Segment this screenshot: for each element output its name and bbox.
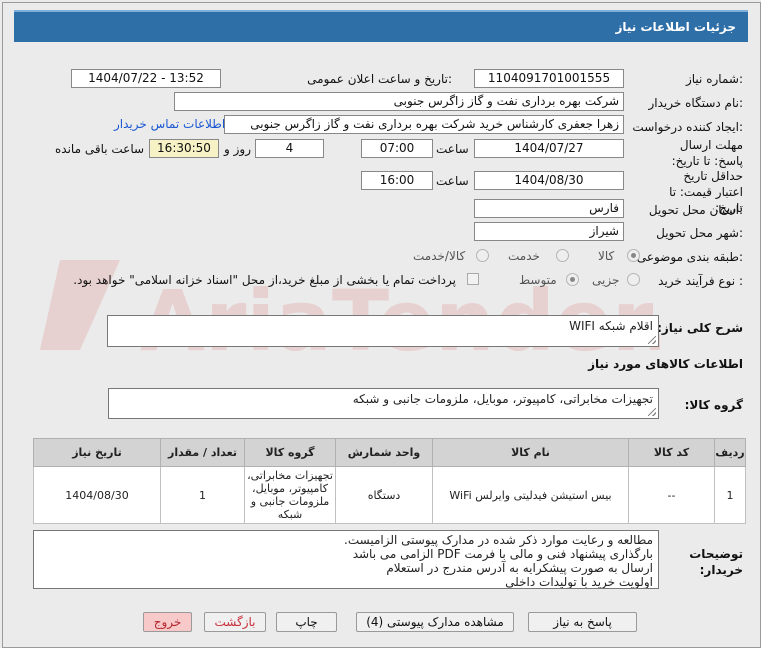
process-radio-medium[interactable]: [566, 273, 579, 286]
exit-button[interactable]: خروج: [143, 612, 192, 632]
buyer-label: نام دستگاه خریدار:: [648, 96, 744, 110]
cell-row-number: 1: [714, 466, 746, 524]
process-label: نوع فرآیند خرید :: [658, 274, 743, 288]
contact-info-link[interactable]: اطلاعات تماس خریدار: [114, 117, 225, 131]
col-header-goods-group: گروه کالا: [244, 438, 336, 467]
cell-quantity: 1: [160, 466, 245, 524]
col-header-unit: واحد شمارش: [335, 438, 433, 467]
deadline-time-label: ساعت: [436, 142, 469, 156]
remaining-label: ساعت باقی مانده: [55, 142, 145, 156]
notes-line: بارگذاری پیشنهاد فنی و مالی با فرمت PDF …: [352, 547, 653, 561]
cell-goods-code: --: [628, 466, 715, 524]
notes-line: اولویت خرید با تولیدات داخلی: [505, 575, 653, 589]
col-header-quantity: تعداد / مقدار: [160, 438, 245, 467]
notes-line: مطالعه و رعایت موارد ذکر شده در مدارک پی…: [344, 533, 653, 547]
process-option-medium: متوسط: [519, 273, 557, 287]
page-title: جزئیات اطلاعات نیاز: [14, 10, 748, 42]
process-option-minor: جزیی: [592, 273, 620, 287]
days-label: روز و: [224, 142, 251, 156]
col-header-goods-code: کد کالا: [628, 438, 715, 467]
remaining-time-field: 16:30:50: [149, 139, 219, 158]
cell-need-date: 1404/08/30: [33, 466, 161, 524]
summary-label: شرح کلی نیاز:: [657, 321, 743, 335]
notes-textarea[interactable]: مطالعه و رعایت موارد ذکر شده در مدارک پی…: [33, 530, 659, 589]
city-field[interactable]: شیراز: [474, 222, 624, 241]
process-radio-minor[interactable]: [627, 273, 640, 286]
col-header-row-number: ردیف: [714, 438, 746, 467]
province-field[interactable]: فارس: [474, 199, 624, 218]
category-option-both: کالا/خدمت: [413, 249, 466, 263]
treasury-payment-note: پرداخت تمام یا بخشی از مبلغ خرید،از محل …: [73, 273, 456, 287]
resize-handle-icon[interactable]: [648, 408, 656, 416]
category-radio-service[interactable]: [556, 249, 569, 262]
treasury-payment-checkbox[interactable]: [467, 273, 479, 285]
summary-textarea[interactable]: اقلام شبکه WIFI: [107, 315, 659, 347]
notes-label: توضیحات خریدار:: [689, 547, 743, 577]
category-option-goods: کالا: [598, 249, 615, 263]
summary-text: اقلام شبکه WIFI: [569, 319, 653, 333]
province-label: استان محل تحویل:: [648, 203, 743, 217]
table-row[interactable]: 1 -- بیس استیشن فیدلیتی وایرلس WiFi دستگ…: [33, 466, 746, 524]
category-radio-goods[interactable]: [627, 249, 640, 262]
buyer-field[interactable]: شرکت بهره برداری نفت و گاز زاگرس جنوبی: [174, 92, 624, 111]
reply-button[interactable]: پاسخ به نیاز: [528, 612, 637, 632]
cell-unit: دستگاه: [335, 466, 433, 524]
category-option-service: خدمت: [508, 249, 540, 263]
category-radio-both[interactable]: [476, 249, 489, 262]
deadline-date-field[interactable]: 1404/07/27: [474, 139, 624, 158]
goods-group-label: گروه کالا:: [684, 398, 743, 412]
cell-goods-group: تجهیزات مخابراتی، کامپیوتر، موبایل، ملزو…: [244, 466, 336, 524]
validity-time-field[interactable]: 16:00: [361, 171, 433, 190]
back-button[interactable]: بازگشت: [204, 612, 266, 632]
view-documents-button[interactable]: مشاهده مدارک پیوستی (4): [356, 612, 514, 632]
notes-line: ارسال به صورت پیشکرایه به آدرس مندرج در …: [386, 561, 653, 575]
validity-time-label: ساعت: [436, 174, 469, 188]
goods-group-textarea[interactable]: تجهیزات مخابراتی، کامپیوتر، موبایل، ملزو…: [108, 388, 659, 419]
resize-handle-icon[interactable]: [648, 336, 656, 344]
announce-datetime-field[interactable]: 1404/07/22 - 13:52: [71, 69, 221, 88]
goods-table: ردیف کد کالا نام کالا واحد شمارش گروه کا…: [33, 438, 746, 524]
deadline-label: مهلت ارسال پاسخ: تا تاریخ:: [671, 138, 743, 168]
category-label: طبقه بندی موضوعی:: [636, 250, 743, 264]
goods-section-title: اطلاعات کالاهای مورد نیاز: [588, 357, 743, 371]
need-number-field[interactable]: 1104091701001555: [474, 69, 624, 88]
city-label: شهر محل تحویل:: [656, 226, 743, 240]
col-header-need-date: تاریخ نیاز: [33, 438, 161, 467]
print-button[interactable]: چاپ: [276, 612, 337, 632]
announce-label: تاریخ و ساعت اعلان عمومی:: [307, 72, 452, 86]
validity-date-field[interactable]: 1404/08/30: [474, 171, 624, 190]
goods-group-text: تجهیزات مخابراتی، کامپیوتر، موبایل، ملزو…: [352, 392, 653, 406]
creator-label: ایجاد کننده درخواست:: [632, 120, 743, 134]
table-header-row: ردیف کد کالا نام کالا واحد شمارش گروه کا…: [33, 438, 746, 467]
creator-field[interactable]: زهرا جعفری کارشناس خرید شرکت بهره برداری…: [224, 115, 624, 134]
cell-goods-name: بیس استیشن فیدلیتی وایرلس WiFi: [432, 466, 629, 524]
days-field[interactable]: 4: [255, 139, 324, 158]
col-header-goods-name: نام کالا: [432, 438, 629, 467]
need-number-label: شماره نیاز:: [685, 72, 743, 86]
deadline-time-field[interactable]: 07:00: [361, 139, 433, 158]
